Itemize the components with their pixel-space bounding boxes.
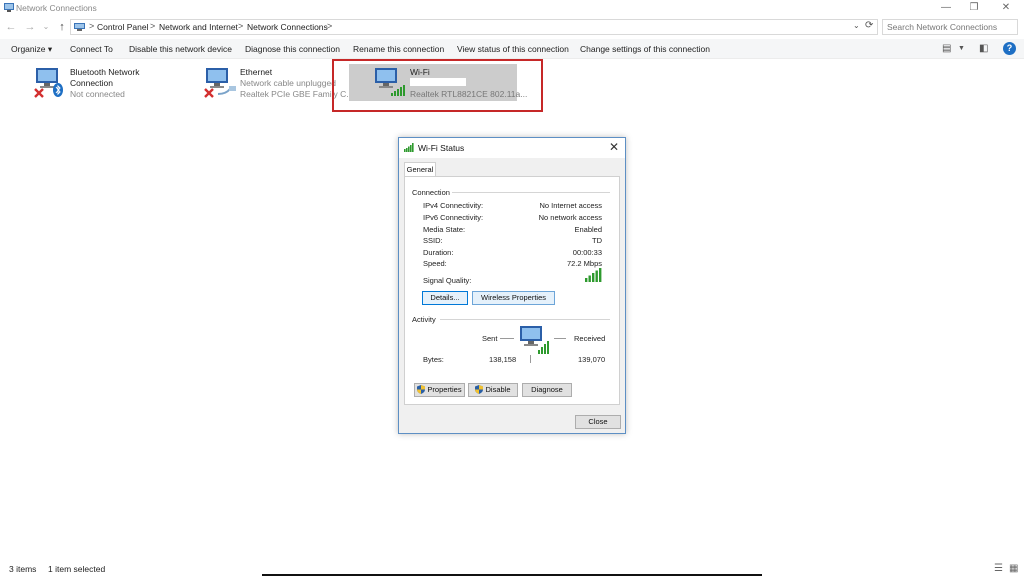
uac-shield-icon (475, 385, 484, 394)
bytes-label: Bytes: (423, 355, 444, 364)
adapter-bluetooth[interactable]: Bluetooth Network Connection Not connect… (34, 64, 164, 102)
diagnose-button[interactable]: Diagnose (522, 383, 572, 397)
details-view-icon[interactable]: ☰ (994, 563, 1003, 574)
speed-label: Speed: (423, 259, 447, 268)
sent-line (500, 338, 514, 339)
ssid-value: TD (592, 236, 602, 245)
breadcrumb-separator: > (89, 21, 95, 31)
view-dropdown-icon[interactable]: ▼ (958, 45, 965, 52)
divider (440, 319, 610, 320)
divider (452, 192, 610, 193)
address-row: ← → ⌄ ↑ > Control Panel > Network and In… (0, 16, 1024, 38)
change-view-icon[interactable]: ▤ (942, 43, 951, 54)
ssid-label: SSID: (423, 236, 443, 245)
help-icon[interactable]: ? (1003, 42, 1016, 55)
wifi-status-dialog: Wi-Fi Status ✕ General Connection IPv4 C… (398, 137, 626, 434)
ipv4-label: IPv4 Connectivity: (423, 201, 484, 210)
dialog-title-bar: Wi-Fi Status ✕ (399, 138, 625, 158)
change-settings-button[interactable]: Change settings of this connection (580, 44, 710, 54)
breadcrumb-network-and-internet[interactable]: Network and Internet (159, 22, 238, 32)
adapter-name: Bluetooth Network (70, 67, 140, 77)
command-bar: Organize ▾ Connect To Disable this netwo… (0, 39, 1024, 59)
properties-button-label: Properties (427, 385, 462, 394)
diagnose-connection-button[interactable]: Diagnose this connection (245, 44, 340, 54)
network-connections-icon (4, 3, 14, 12)
bytes-received-value: 139,070 (578, 355, 606, 364)
close-button[interactable]: Close (575, 415, 621, 429)
connection-group-label: Connection (412, 188, 450, 197)
minimize-button[interactable]: — (938, 2, 954, 14)
title-bar: Network Connections — ❐ ✕ (0, 0, 1024, 16)
signal-quality-icon (585, 268, 602, 282)
breadcrumb-separator: > (327, 21, 333, 31)
ipv6-label: IPv6 Connectivity: (423, 213, 484, 222)
search-box[interactable] (882, 19, 1018, 35)
ipv6-value: No network access (538, 213, 602, 222)
signal-quality-label: Signal Quality: (423, 276, 472, 285)
breadcrumb-separator: > (238, 21, 244, 31)
details-button[interactable]: Details... (422, 291, 468, 305)
duration-value: 00:00:33 (572, 248, 602, 257)
disable-button-label: Disable (485, 385, 511, 394)
breadcrumb-control-panel[interactable]: Control Panel (97, 22, 149, 32)
large-icons-view-icon[interactable]: ▦ (1009, 563, 1018, 574)
speed-value: 72.2 Mbps (566, 259, 602, 268)
ethernet-cable-icon (218, 86, 236, 95)
tab-general[interactable]: General (404, 162, 436, 177)
search-input[interactable] (883, 20, 1017, 34)
bytes-sent-value: 138,158 (489, 355, 517, 364)
window-title: Network Connections (16, 3, 97, 13)
address-bar[interactable]: > Control Panel > Network and Internet >… (70, 19, 878, 35)
received-label: Received (574, 334, 606, 343)
properties-button[interactable]: Properties (414, 383, 465, 397)
back-button[interactable]: ← (5, 20, 17, 34)
activity-divider (530, 355, 531, 363)
breadcrumb-network-connections[interactable]: Network Connections (247, 22, 328, 32)
activity-computer-icon (520, 326, 549, 354)
maximize-button[interactable]: ❐ (966, 2, 982, 14)
selected-count: 1 item selected (48, 564, 106, 574)
adapter-name: Ethernet (240, 67, 273, 77)
duration-label: Duration: (423, 248, 454, 257)
up-button[interactable]: ↑ (56, 20, 68, 34)
view-status-button[interactable]: View status of this connection (457, 44, 569, 54)
rename-connection-button[interactable]: Rename this connection (353, 44, 444, 54)
media-state-value: Enabled (574, 225, 602, 234)
breadcrumb-separator: > (150, 21, 156, 31)
ipv4-value: No Internet access (539, 201, 602, 210)
bluetooth-icon (53, 83, 63, 97)
adapter-status: Network cable unplugged (240, 78, 336, 88)
uac-shield-icon (417, 385, 426, 394)
adapter-ethernet[interactable]: Ethernet Network cable unplugged Realtek… (204, 64, 353, 102)
adapter-name-line2: Connection (70, 78, 114, 88)
received-line (554, 338, 566, 339)
highlight-box (332, 59, 543, 112)
media-state-label: Media State: (423, 225, 466, 234)
items-count: 3 items (9, 564, 37, 574)
recent-locations-button[interactable]: ⌄ (40, 20, 52, 34)
connect-to-button[interactable]: Connect To (70, 44, 113, 54)
close-window-button[interactable]: ✕ (998, 2, 1014, 14)
activity-group-label: Activity (412, 315, 436, 324)
disable-button[interactable]: Disable (468, 383, 518, 397)
wireless-properties-button[interactable]: Wireless Properties (472, 291, 555, 305)
preview-pane-icon[interactable]: ◧ (979, 43, 988, 54)
red-x-icon (204, 88, 214, 98)
forward-button[interactable]: → (24, 20, 36, 34)
address-dropdown-icon[interactable]: ⌄ (853, 21, 860, 30)
organize-menu[interactable]: Organize ▾ (11, 44, 52, 55)
sent-label: Sent (482, 334, 498, 343)
control-panel-icon (74, 23, 85, 31)
general-panel: Connection IPv4 Connectivity: No Interne… (404, 176, 620, 405)
disable-device-button[interactable]: Disable this network device (129, 44, 232, 54)
refresh-icon[interactable]: ⟳ (865, 20, 873, 31)
adapter-status: Not connected (70, 89, 125, 99)
red-x-icon (34, 88, 44, 98)
signal-bars-icon (404, 143, 414, 152)
dialog-close-icon[interactable]: ✕ (609, 140, 619, 154)
dialog-title: Wi-Fi Status (418, 143, 465, 153)
